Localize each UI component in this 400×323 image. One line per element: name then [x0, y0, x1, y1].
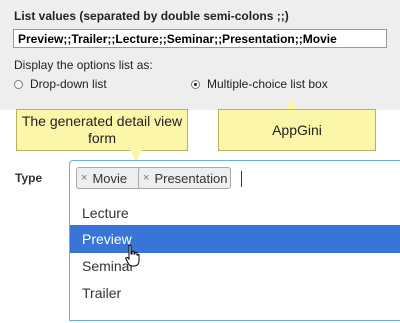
tag-label: Presentation — [154, 170, 228, 186]
option-seminar[interactable]: Seminar — [70, 252, 400, 280]
text-cursor — [241, 171, 242, 187]
type-field-label: Type — [15, 171, 43, 185]
dropdown-list-radio-label: Drop-down list — [30, 77, 107, 91]
multiple-choice-radio-label: Multiple-choice list box — [207, 77, 328, 91]
detail-view-callout: The generated detail view form — [16, 109, 188, 151]
dropdown-list-radio[interactable]: Drop-down list — [14, 77, 107, 91]
type-multiselect[interactable]: × Movie × Presentation — [69, 160, 400, 197]
remove-tag-icon[interactable]: × — [81, 172, 87, 184]
option-preview[interactable]: Preview — [70, 225, 400, 253]
option-lecture[interactable]: Lecture — [70, 199, 400, 227]
display-options-label: Display the options list as: — [14, 58, 153, 72]
tag-label: Movie — [92, 170, 128, 186]
remove-tag-icon[interactable]: × — [143, 172, 149, 184]
multiple-choice-radio[interactable]: Multiple-choice list box — [191, 77, 328, 91]
appgini-callout: AppGini — [218, 109, 376, 151]
radio-unchecked-icon[interactable] — [14, 79, 23, 89]
hand-cursor-icon — [125, 245, 140, 267]
selected-tag-presentation: × Presentation — [138, 167, 231, 189]
list-values-label: List values (separated by double semi-co… — [14, 9, 289, 23]
list-values-input[interactable] — [13, 29, 387, 48]
options-dropdown: Lecture Preview Seminar Trailer — [69, 196, 400, 321]
radio-checked-icon[interactable] — [191, 79, 200, 89]
option-trailer[interactable]: Trailer — [70, 279, 400, 307]
